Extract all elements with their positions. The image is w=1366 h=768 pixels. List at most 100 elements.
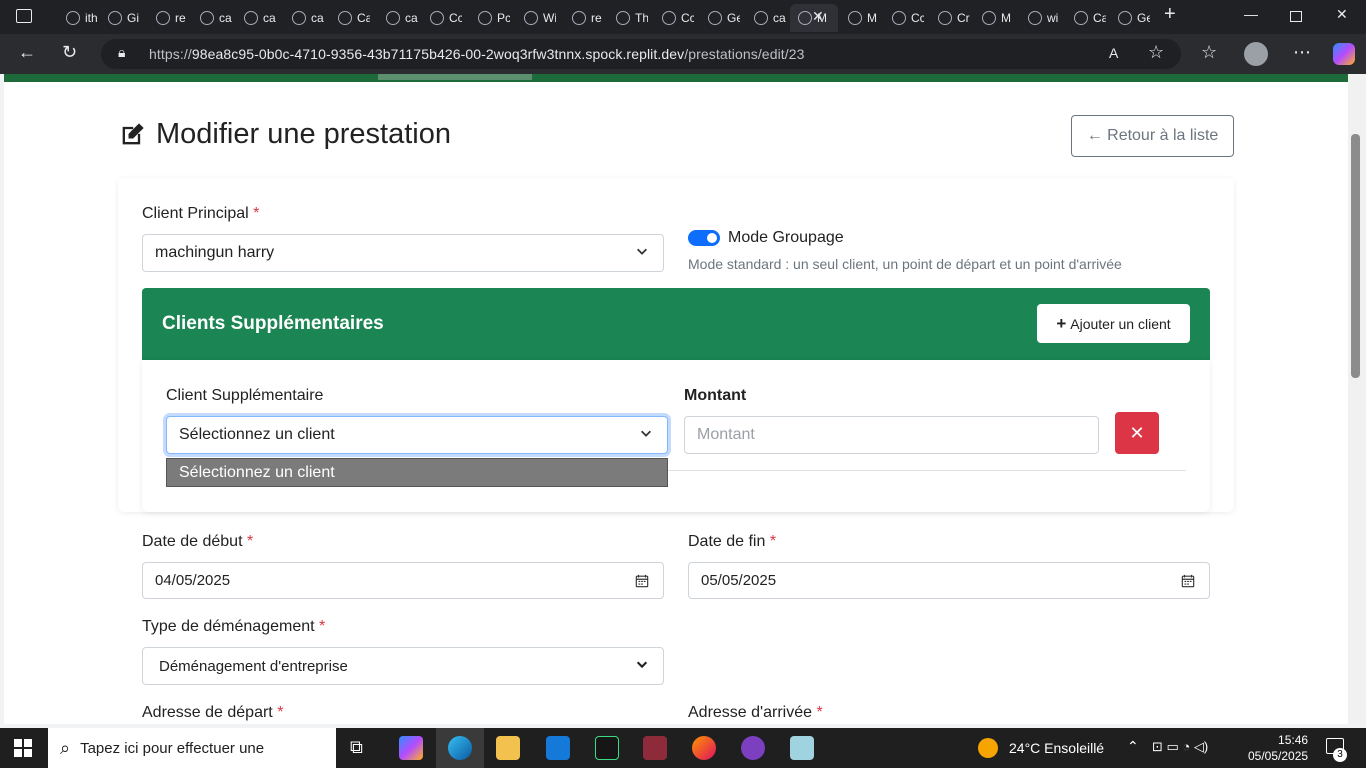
browser-tab-label: Wi bbox=[543, 11, 556, 25]
browser-tab[interactable]: wi bbox=[1020, 4, 1060, 32]
browser-tab[interactable]: ca bbox=[746, 4, 786, 32]
archive-app-icon[interactable] bbox=[643, 736, 667, 760]
browser-tab[interactable]: Cc bbox=[884, 4, 924, 32]
file-explorer-icon[interactable] bbox=[496, 736, 520, 760]
scrollbar-thumb[interactable] bbox=[1351, 134, 1360, 378]
client-supp-label: Client Supplémentaire bbox=[166, 387, 324, 404]
url-text[interactable]: https://98ea8c95-0b0c-4710-9356-43b71175… bbox=[149, 46, 805, 62]
edge-icon[interactable] bbox=[448, 736, 472, 760]
tray-icons[interactable]: ⊡ ▭ ◔ ◁) bbox=[1152, 739, 1208, 755]
browser-tab-label: Ge bbox=[727, 11, 740, 25]
groupage-toggle[interactable] bbox=[688, 230, 720, 246]
browser-tab[interactable]: Cr bbox=[930, 4, 970, 32]
minimize-icon[interactable]: — bbox=[1244, 6, 1258, 22]
favorite-star-icon[interactable]: ☆ bbox=[1148, 42, 1164, 63]
browser-tab[interactable]: Pc bbox=[470, 4, 510, 32]
browser-tab[interactable]: Th bbox=[608, 4, 648, 32]
globe-icon bbox=[662, 11, 676, 25]
client-principal-select[interactable]: machingun harry bbox=[142, 234, 664, 272]
globe-icon bbox=[798, 11, 812, 25]
browser-tab[interactable]: M bbox=[974, 4, 1014, 32]
browser-tab[interactable]: Ge bbox=[700, 4, 740, 32]
clients-supp-title: Clients Supplémentaires bbox=[162, 313, 384, 334]
add-client-button[interactable]: + Ajouter un client bbox=[1037, 304, 1190, 343]
close-icon: ✕ bbox=[1129, 422, 1145, 443]
browser-tab[interactable]: ca bbox=[284, 4, 324, 32]
mail-icon[interactable] bbox=[546, 736, 570, 760]
calendar-icon[interactable] bbox=[635, 574, 649, 588]
windows-start-icon[interactable] bbox=[14, 739, 32, 757]
browser-tab[interactable]: Gi bbox=[100, 4, 140, 32]
task-view-icon[interactable]: ⧉ bbox=[350, 737, 363, 758]
browser-tab[interactable]: M bbox=[840, 4, 880, 32]
browser-tab[interactable]: ca bbox=[192, 4, 232, 32]
globe-icon bbox=[1074, 11, 1088, 25]
globe-icon bbox=[338, 11, 352, 25]
browser-tab-label: Ca bbox=[357, 11, 370, 25]
type-label: Type de déménagement * bbox=[142, 618, 326, 635]
reload-icon[interactable]: ↻ bbox=[62, 42, 77, 63]
chevron-up-icon[interactable]: ⌃ bbox=[1127, 738, 1139, 755]
github-desktop-icon[interactable] bbox=[741, 736, 765, 760]
client-principal-value: machingun harry bbox=[155, 244, 275, 261]
montant-input[interactable] bbox=[684, 416, 1099, 454]
dropdown-option[interactable]: Sélectionnez un client bbox=[166, 458, 668, 487]
browser-tab[interactable]: Ca bbox=[330, 4, 370, 32]
notification-count: 3 bbox=[1333, 748, 1347, 762]
copilot-taskbar-icon[interactable] bbox=[399, 736, 423, 760]
client-principal-label: Client Principal * bbox=[142, 205, 260, 222]
back-icon[interactable]: ← bbox=[18, 42, 36, 63]
weather-widget[interactable]: 24°C Ensoleillé bbox=[1009, 740, 1104, 756]
taskbar-search[interactable]: ⌕ Tapez ici pour effectuer une bbox=[48, 728, 336, 768]
weather-sun-icon[interactable] bbox=[978, 738, 998, 758]
top-nav-edge bbox=[4, 74, 1348, 82]
more-menu-icon[interactable]: ⋯ bbox=[1293, 42, 1311, 63]
browser-tab[interactable]: Wi bbox=[516, 4, 556, 32]
browser-tab[interactable]: Ge bbox=[1110, 4, 1150, 32]
type-select[interactable]: Déménagement d'entreprise bbox=[142, 647, 664, 685]
browser-tab[interactable]: re bbox=[148, 4, 188, 32]
calendar-icon[interactable] bbox=[1181, 574, 1195, 588]
add-client-label: Ajouter un client bbox=[1070, 315, 1171, 332]
client-supp-select[interactable]: Sélectionnez un client bbox=[166, 416, 668, 454]
search-icon bbox=[156, 11, 170, 25]
clock[interactable]: 15:46 05/05/2025 bbox=[1248, 732, 1308, 764]
adresse-depart-label: Adresse de départ * bbox=[142, 704, 284, 721]
browser-tab[interactable]: re bbox=[564, 4, 604, 32]
browser-tab-label: Cc bbox=[911, 11, 924, 25]
back-to-list-button[interactable]: ← Retour à la liste bbox=[1071, 115, 1234, 157]
date-debut-label: Date de début * bbox=[142, 533, 254, 550]
browser-tab[interactable]: ca bbox=[236, 4, 276, 32]
code-icon bbox=[430, 11, 444, 25]
profile-avatar[interactable] bbox=[1244, 42, 1268, 66]
date-fin-value: 05/05/2025 bbox=[701, 572, 777, 589]
window-close-icon[interactable]: ✕ bbox=[1336, 6, 1348, 23]
lock-icon[interactable]: 🔒︎ bbox=[118, 44, 125, 61]
notes-app-icon[interactable] bbox=[790, 736, 814, 760]
browser-tab[interactable]: Cc bbox=[422, 4, 462, 32]
browser-tab[interactable]: Ca bbox=[1066, 4, 1106, 32]
remove-client-button[interactable]: ✕ bbox=[1115, 412, 1159, 454]
browser-tab-label: ca bbox=[263, 11, 276, 25]
date-fin-input[interactable]: 05/05/2025 bbox=[688, 562, 1210, 599]
date-debut-input[interactable]: 04/05/2025 bbox=[142, 562, 664, 599]
new-tab-icon[interactable]: + bbox=[1164, 3, 1176, 26]
browser-tab[interactable]: Cc bbox=[654, 4, 694, 32]
close-tab-icon[interactable]: ✕ bbox=[812, 8, 824, 25]
copilot-icon[interactable] bbox=[1333, 43, 1355, 65]
github-icon bbox=[108, 11, 122, 25]
client-supp-value: Sélectionnez un client bbox=[179, 426, 335, 443]
browser-tab[interactable]: ca bbox=[378, 4, 418, 32]
browser-tab[interactable]: ith bbox=[58, 4, 98, 32]
browser-tab-label: M bbox=[867, 11, 877, 25]
adresse-arrivee-label: Adresse d'arrivée * bbox=[688, 704, 823, 721]
restore-icon[interactable] bbox=[1290, 11, 1302, 22]
globe-icon bbox=[616, 11, 630, 25]
browser-tab-label: ith bbox=[85, 11, 98, 25]
search-icon bbox=[572, 11, 586, 25]
tab-actions-icon[interactable] bbox=[16, 9, 32, 23]
terminal-app-icon[interactable] bbox=[595, 736, 619, 760]
favorites-icon[interactable]: ☆ bbox=[1201, 42, 1217, 63]
read-aloud-icon[interactable]: A bbox=[1109, 45, 1118, 61]
firefox-icon[interactable] bbox=[692, 736, 716, 760]
